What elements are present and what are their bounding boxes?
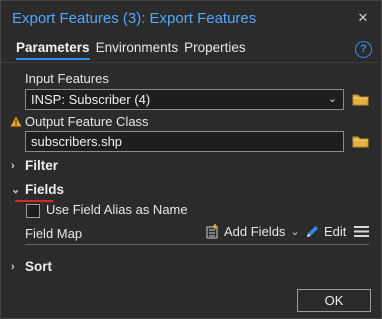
chevron-down-icon: ⌄: [11, 184, 21, 196]
fields-section-header[interactable]: ⌄ Fields: [11, 182, 64, 197]
field-map-divider: [25, 244, 369, 245]
input-features-label: Input Features: [25, 71, 109, 86]
menu-icon[interactable]: [354, 225, 369, 238]
chevron-down-icon: ⌄: [290, 226, 300, 238]
tab-divider: [1, 62, 381, 63]
tab-environments[interactable]: Environments: [96, 39, 179, 60]
input-features-value: INSP: Subscriber (4): [31, 92, 151, 107]
sort-section-label: Sort: [25, 259, 52, 274]
input-features-dropdown[interactable]: INSP: Subscriber (4) ⌄: [25, 89, 344, 110]
ok-button[interactable]: OK: [297, 289, 371, 312]
sort-section-header[interactable]: › Sort: [11, 259, 52, 274]
output-feature-class-label: Output Feature Class: [25, 114, 149, 129]
tab-parameters[interactable]: Parameters: [16, 39, 90, 60]
use-field-alias-label: Use Field Alias as Name: [46, 202, 188, 217]
chevron-right-icon: ›: [11, 260, 15, 273]
output-feature-class-input[interactable]: subscribers.shp: [25, 131, 344, 152]
filter-section-label: Filter: [25, 158, 59, 173]
window-title: Export Features (3): Export Features: [12, 9, 257, 27]
help-icon[interactable]: ?: [355, 41, 372, 58]
tab-bar: Parameters Environments Properties: [16, 39, 246, 60]
add-fields-label: Add Fields: [224, 224, 286, 239]
close-icon[interactable]: ✕: [355, 10, 371, 26]
field-map-label: Field Map: [25, 226, 83, 241]
folder-icon[interactable]: [352, 93, 369, 106]
title-bar: Export Features (3): Export Features ✕: [1, 1, 381, 35]
filter-section-header[interactable]: › Filter: [11, 158, 58, 173]
edit-button[interactable]: Edit: [305, 224, 346, 239]
warning-icon: [10, 116, 22, 127]
output-feature-class-value: subscribers.shp: [31, 134, 123, 149]
chevron-down-icon: ⌄: [327, 93, 337, 105]
pencil-icon: [307, 226, 318, 237]
tab-properties[interactable]: Properties: [184, 39, 246, 60]
fields-section-label: Fields: [25, 182, 65, 197]
add-fields-icon: [206, 224, 218, 239]
folder-icon[interactable]: [352, 135, 369, 148]
add-fields-button[interactable]: Add Fields ⌄: [205, 224, 300, 239]
use-field-alias-checkbox[interactable]: [26, 204, 40, 218]
export-features-dialog: Export Features (3): Export Features ✕ P…: [0, 0, 382, 319]
chevron-right-icon: ›: [11, 159, 15, 172]
edit-label: Edit: [324, 224, 347, 239]
